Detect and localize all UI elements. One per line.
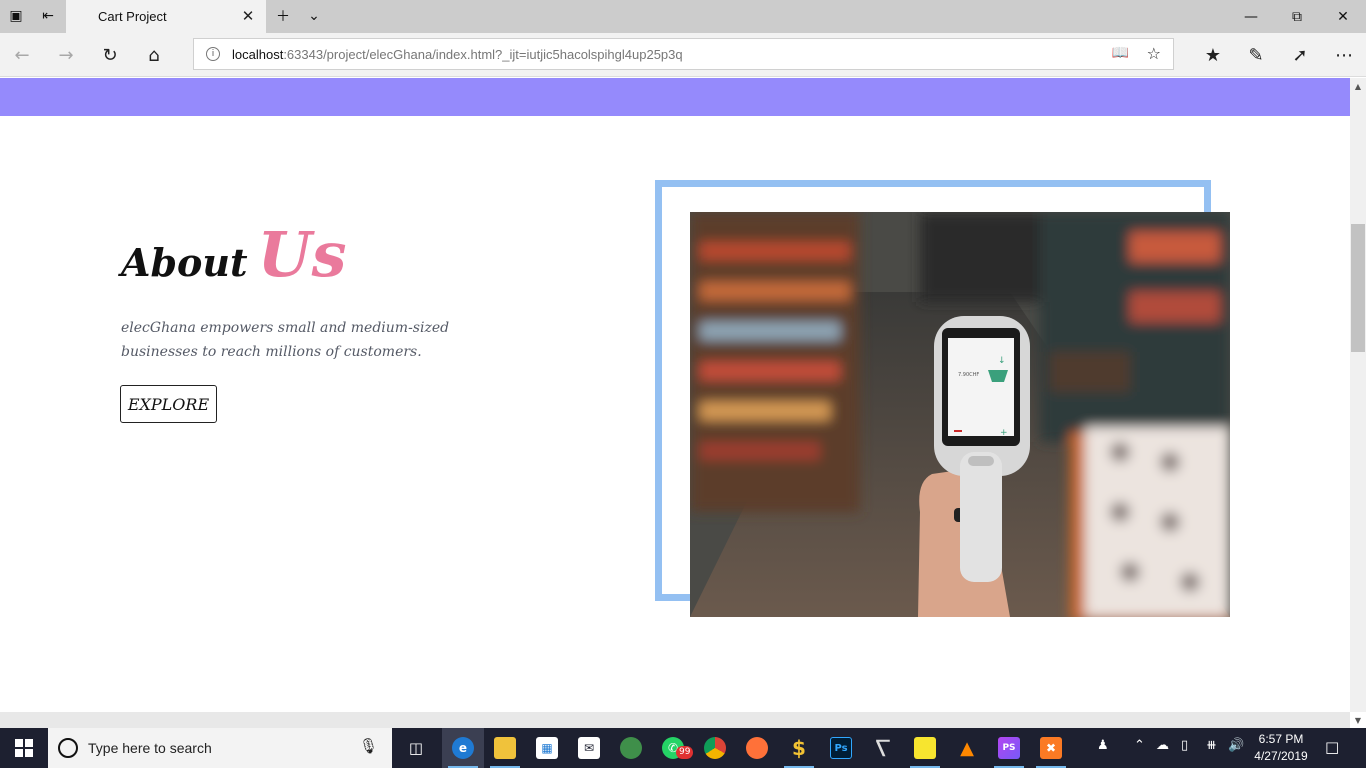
explore-button[interactable]: EXPLORE — [120, 385, 217, 423]
tab-list-chevron-icon[interactable]: ⌄ — [303, 5, 325, 27]
vertical-scrollbar-thumb[interactable] — [1351, 224, 1365, 352]
action-center-icon[interactable]: □ — [1325, 738, 1339, 756]
photo-illustration: 7.90CHF ↓ + — [690, 212, 1230, 617]
tab-cart-project[interactable]: Cart Project ✕ — [66, 0, 266, 33]
onedrive-icon[interactable]: ☁ — [1156, 738, 1169, 753]
xampp-icon[interactable]: ✖ — [1030, 728, 1072, 768]
edge-icon[interactable]: e — [442, 728, 484, 768]
firefox-glyph — [746, 737, 768, 759]
page-viewport: About Us elecGhana empowers small and med… — [0, 78, 1350, 712]
url-path: :63343/project/elecGhana/index.html?_ijt… — [283, 47, 683, 62]
usb-glyph: ⎲ — [876, 738, 890, 757]
more-menu-icon[interactable]: ⋯ — [1331, 42, 1357, 68]
chrome-icon[interactable] — [694, 728, 736, 768]
sticky-notes-icon[interactable] — [904, 728, 946, 768]
reading-view-icon[interactable]: 📖 — [1112, 45, 1129, 61]
firefox-icon[interactable] — [736, 728, 778, 768]
search-placeholder: Type here to search — [88, 740, 212, 756]
mail-icon[interactable]: ✉ — [568, 728, 610, 768]
favorite-star-icon[interactable]: ☆ — [1147, 44, 1161, 63]
about-word: About — [121, 240, 248, 285]
svg-text:+: + — [1000, 428, 1008, 438]
phpstorm-icon[interactable]: PS — [988, 728, 1030, 768]
sticky-glyph — [914, 737, 936, 759]
vertical-scrollbar-track[interactable] — [1350, 78, 1366, 712]
photoshop-icon[interactable]: Ps — [820, 728, 862, 768]
restore-icon[interactable]: ⧉ — [1274, 0, 1320, 33]
clock-time: 6:57 PM — [1258, 732, 1304, 746]
whatsapp-badge: 99 — [676, 746, 694, 759]
site-header-bar — [0, 78, 1350, 116]
globe-glyph — [620, 737, 642, 759]
start-button[interactable] — [0, 728, 48, 768]
about-heading: About Us — [121, 218, 347, 291]
forward-arrow-icon[interactable]: → — [53, 42, 79, 68]
vlc-glyph: ▲ — [960, 737, 974, 759]
store-glyph: ▦ — [536, 737, 558, 759]
xampp-glyph: ✖ — [1040, 737, 1062, 759]
phpstorm-glyph: PS — [998, 737, 1020, 759]
about-accent-word: Us — [257, 218, 347, 291]
svg-text:7.90CHF: 7.90CHF — [958, 372, 979, 378]
tab-close-icon[interactable]: ✕ — [238, 5, 258, 27]
photoshop-glyph: Ps — [830, 737, 852, 759]
store-icon[interactable]: ▦ — [526, 728, 568, 768]
cortana-icon — [58, 738, 78, 758]
browser-toolbar: ← → ↻ ⌂ i localhost:63343/project/elecGh… — [0, 33, 1366, 77]
home-icon[interactable]: ⌂ — [141, 42, 167, 68]
volume-icon[interactable]: 🔊 — [1228, 738, 1244, 753]
shopping-scanner-photo: 7.90CHF ↓ + — [690, 212, 1230, 617]
about-description: elecGhana empowers small and medium-size… — [121, 320, 450, 360]
wifi-icon[interactable]: ⧻ — [1206, 738, 1217, 753]
mail-glyph: ✉ — [578, 737, 600, 759]
vlc-icon[interactable]: ▲ — [946, 728, 988, 768]
tab-preview-icon[interactable]: ▣ — [5, 5, 27, 27]
new-tab-icon[interactable]: ＋ — [272, 5, 294, 27]
url-text[interactable]: localhost:63343/project/elecGhana/index.… — [232, 47, 683, 62]
set-aside-tabs-icon[interactable]: ⇤ — [37, 5, 59, 27]
clock-date: 4/27/2019 — [1254, 749, 1308, 763]
file-explorer-icon[interactable] — [484, 728, 526, 768]
globe-icon[interactable] — [610, 728, 652, 768]
usb-tool-icon[interactable]: ⎲ — [862, 728, 904, 768]
url-host: localhost — [232, 47, 284, 62]
edge-glyph: e — [452, 737, 474, 759]
dollar-glyph: $ — [792, 736, 806, 760]
refresh-icon[interactable]: ↻ — [97, 42, 123, 68]
task-view-icon[interactable]: ◫ — [395, 728, 437, 768]
svg-text:↓: ↓ — [998, 356, 1006, 366]
minimize-icon[interactable]: — — [1228, 0, 1274, 33]
favorites-hub-icon[interactable]: ★ — [1200, 42, 1226, 68]
microphone-icon[interactable]: 🎙 — [359, 737, 378, 755]
web-note-pen-icon[interactable]: ✎ — [1243, 42, 1269, 68]
show-hidden-icons-chevron[interactable]: ⌃ — [1134, 738, 1145, 753]
site-info-icon[interactable]: i — [206, 47, 220, 61]
windows-logo-icon — [15, 739, 33, 757]
scroll-up-arrow-icon[interactable]: ▲ — [1350, 80, 1366, 92]
taskbar-search[interactable]: Type here to search 🎙 — [48, 728, 392, 768]
system-clock[interactable]: 6:57 PM 4/27/2019 — [1245, 731, 1317, 765]
back-arrow-icon[interactable]: ← — [9, 42, 35, 68]
windows-taskbar: Type here to search 🎙 ◫ e ▦ ✉ ✆ 99 $ Ps ⎲… — [0, 728, 1366, 768]
chrome-glyph — [704, 737, 726, 759]
window-close-icon[interactable]: ✕ — [1320, 0, 1366, 33]
whatsapp-icon[interactable]: ✆ 99 — [652, 728, 694, 768]
share-icon[interactable]: ➚ — [1287, 42, 1313, 68]
people-icon[interactable]: ♟ — [1097, 738, 1109, 753]
address-bar[interactable]: i localhost:63343/project/elecGhana/inde… — [193, 38, 1174, 70]
battery-icon[interactable]: ▯ — [1181, 738, 1188, 753]
scroll-down-arrow-icon[interactable]: ▼ — [1350, 714, 1366, 726]
dollar-app-icon[interactable]: $ — [778, 728, 820, 768]
tab-title: Cart Project — [98, 9, 167, 24]
browser-tab-bar: ▣ ⇤ Cart Project ✕ ＋ ⌄ — ⧉ ✕ — [0, 0, 1366, 33]
horizontal-scrollbar[interactable] — [0, 712, 1350, 728]
task-view-glyph: ◫ — [408, 739, 424, 757]
folder-glyph — [494, 737, 516, 759]
